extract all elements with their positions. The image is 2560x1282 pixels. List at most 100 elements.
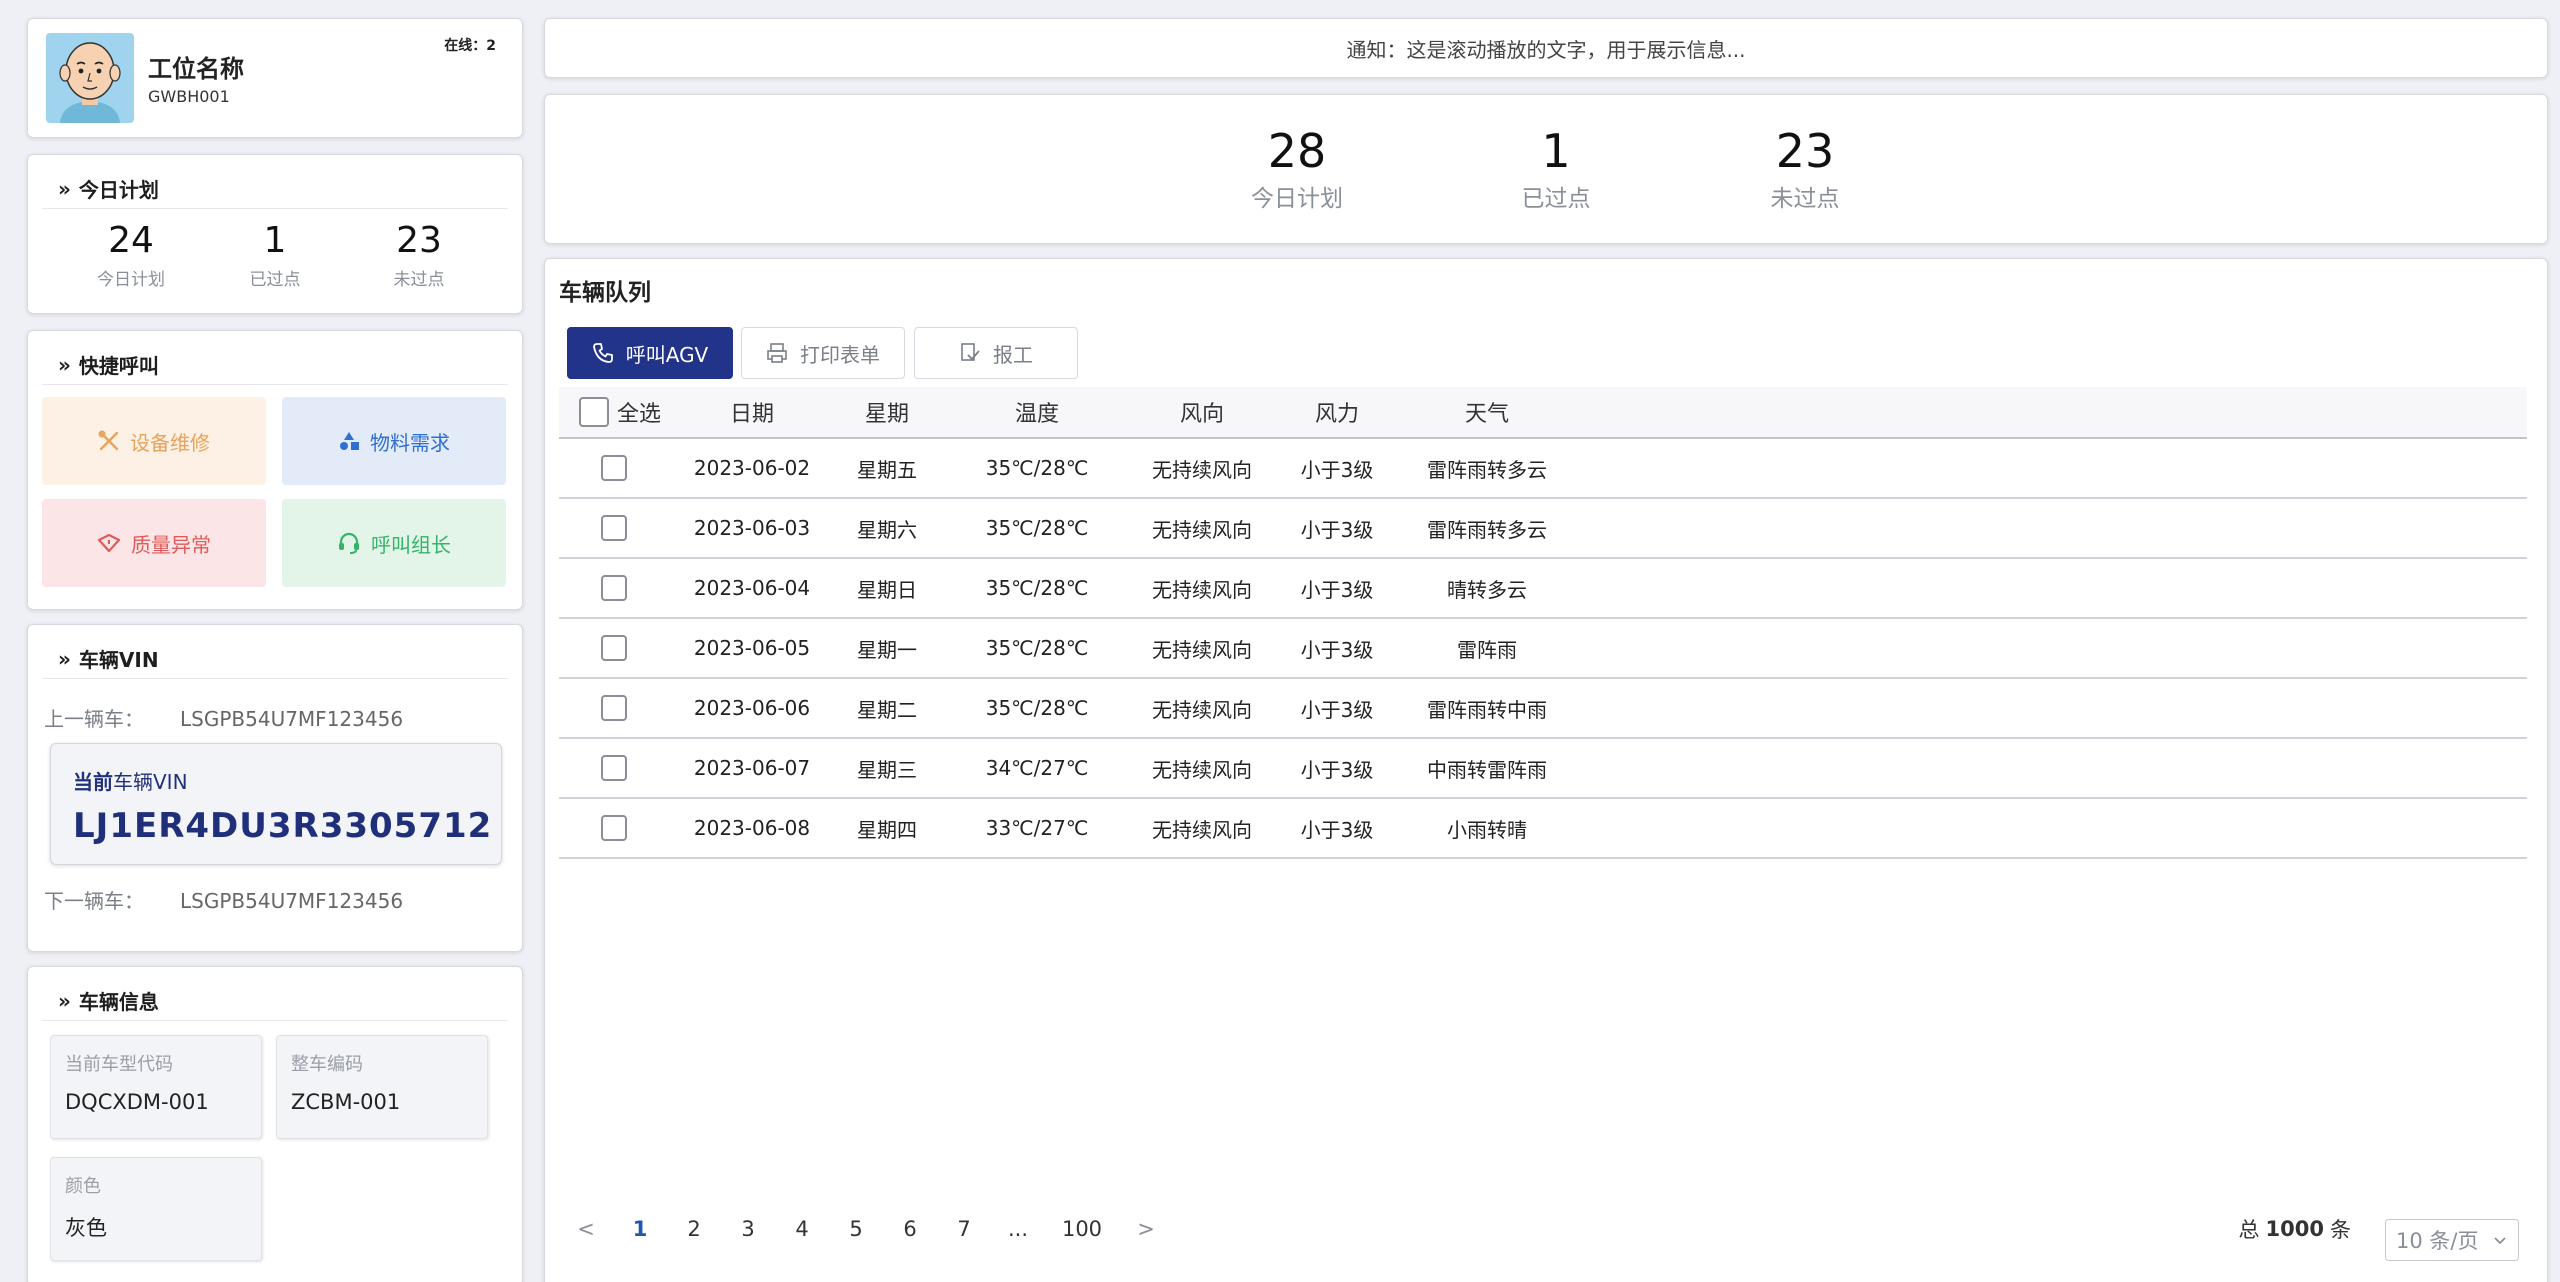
cell-wind-direction: 无持续风向 [1152,577,1252,602]
current-label-suffix: 车辆VIN [113,770,188,794]
select-all-checkbox[interactable] [579,397,609,427]
cell-wind-force: 小于3级 [1300,457,1374,482]
stat-today-plan: 28 今日计划 [1197,123,1397,213]
stat-value: 1 [263,220,287,261]
call-leader-button[interactable]: 呼叫组长 [282,499,506,587]
stat-today-plan: 24 今日计划 [76,219,186,290]
today-plan-card: » 今日计划 24 今日计划 1 已过点 23 未过点 [27,154,523,314]
cell-temperature: 34℃/27℃ [985,756,1089,780]
column-header-weather[interactable]: 天气 [1397,387,1577,437]
stat-label: 未过点 [393,270,445,290]
report-icon [959,342,981,364]
cell-temperature: 35℃/28℃ [985,516,1089,540]
table-row[interactable]: 2023-06-05 星期一 35℃/28℃ 无持续风向 小于3级 雷阵雨 [559,619,2527,679]
select-all-cell[interactable]: 全选 [579,387,669,437]
column-header-wind-force[interactable]: 风力 [1277,387,1397,437]
cell-date: 2023-06-08 [693,816,811,840]
row-checkbox-cell[interactable] [589,739,639,797]
page-100-button[interactable]: 100 [1045,1217,1119,1241]
page-6-button[interactable]: 6 [883,1217,937,1241]
total-count: 总 1000 条 [2239,1209,2351,1249]
print-form-button[interactable]: 打印表单 [741,327,905,379]
column-header-wind-direction[interactable]: 风向 [1127,387,1277,437]
cell-weekday: 星期日 [857,577,917,602]
cell-wind-direction: 无持续风向 [1152,637,1252,662]
model-code-box: 当前车型代码 DQCXDM-001 [50,1035,262,1139]
table-row[interactable]: 2023-06-06 星期二 35℃/28℃ 无持续风向 小于3级 雷阵雨转中雨 [559,679,2527,739]
equipment-repair-button[interactable]: 设备维修 [42,397,266,485]
info-label: 整车编码 [291,1054,363,1075]
table-row[interactable]: 2023-06-08 星期四 33℃/27℃ 无持续风向 小于3级 小雨转晴 [559,799,2527,859]
row-checkbox-cell[interactable] [589,559,639,617]
column-header-temperature[interactable]: 温度 [947,387,1127,437]
info-label: 当前车型代码 [65,1054,173,1075]
prev-vehicle-label: 上一辆车： [44,707,144,731]
page-3-button[interactable]: 3 [721,1217,775,1241]
stat-value: 1 [1541,124,1571,178]
cell-wind-force: 小于3级 [1300,577,1374,602]
row-checkbox-cell[interactable] [589,679,639,737]
workstation-profile-card: 工位名称 GWBH001 在线：2 [27,18,523,138]
page-ellipsis-button[interactable]: ... [991,1217,1045,1241]
row-checkbox[interactable] [601,575,627,601]
row-checkbox[interactable] [601,515,627,541]
page-size-select[interactable]: 10 条/页 [2385,1219,2519,1261]
next-page-button[interactable]: > [1119,1217,1173,1241]
page-7-button[interactable]: 7 [937,1217,991,1241]
cell-wind-force: 小于3级 [1300,757,1374,782]
cell-weekday: 星期二 [857,697,917,722]
page-1-button[interactable]: 1 [613,1217,667,1241]
section-title: » 今日计划 [42,169,508,209]
info-value: ZCBM-001 [291,1090,401,1114]
row-checkbox[interactable] [601,635,627,661]
page-4-button[interactable]: 4 [775,1217,829,1241]
section-title: » 车辆VIN [42,639,508,679]
cell-date: 2023-06-03 [693,516,811,540]
row-checkbox-cell[interactable] [589,619,639,677]
quality-issue-button[interactable]: 质量异常 [42,499,266,587]
call-agv-button[interactable]: 呼叫AGV [567,327,733,379]
cell-weather: 雷阵雨转中雨 [1427,697,1547,722]
report-work-button[interactable]: 报工 [914,327,1078,379]
cell-wind-direction: 无持续风向 [1152,697,1252,722]
vehicle-queue-title: 车辆队列 [559,280,651,306]
row-checkbox[interactable] [601,815,627,841]
page-2-button[interactable]: 2 [667,1217,721,1241]
row-checkbox-cell[interactable] [589,439,639,497]
row-checkbox[interactable] [601,455,627,481]
column-header-date[interactable]: 日期 [677,387,827,437]
avatar [46,33,134,123]
table-header-row: 全选 日期 星期 温度 风向 风力 天气 [559,387,2527,439]
button-label: 报工 [993,342,1033,367]
stat-label: 今日计划 [1251,186,1343,212]
column-header-weekday[interactable]: 星期 [827,387,947,437]
prev-page-button[interactable]: < [559,1217,613,1241]
cell-wind-force: 小于3级 [1300,517,1374,542]
total-prefix: 总 [2238,1218,2260,1242]
chevron-down-icon [2492,1230,2508,1255]
table-row[interactable]: 2023-06-03 星期六 35℃/28℃ 无持续风向 小于3级 雷阵雨转多云 [559,499,2527,559]
row-checkbox[interactable] [601,695,627,721]
table-row[interactable]: 2023-06-07 星期三 34℃/27℃ 无持续风向 小于3级 中雨转雷阵雨 [559,739,2527,799]
stat-not-passed: 23 未过点 [364,219,474,290]
page-5-button[interactable]: 5 [829,1217,883,1241]
row-checkbox-cell[interactable] [589,799,639,857]
total-suffix: 条 [2330,1218,2351,1242]
workstation-code: GWBH001 [148,87,230,106]
row-checkbox[interactable] [601,755,627,781]
material-request-button[interactable]: 物料需求 [282,397,506,485]
prev-vehicle-vin: LSGPB54U7MF123456 [180,707,404,731]
cell-weather: 雷阵雨转多云 [1427,457,1547,482]
cell-wind-direction: 无持续风向 [1152,757,1252,782]
cell-date: 2023-06-07 [693,756,811,780]
table-row[interactable]: 2023-06-02 星期五 35℃/28℃ 无持续风向 小于3级 雷阵雨转多云 [559,439,2527,499]
row-checkbox-cell[interactable] [589,499,639,557]
tools-icon [98,430,120,452]
table-row[interactable]: 2023-06-04 星期日 35℃/28℃ 无持续风向 小于3级 晴转多云 [559,559,2527,619]
section-title: » 快捷呼叫 [42,345,508,385]
info-value: 灰色 [65,1216,107,1240]
button-label: 设备维修 [130,430,210,455]
printer-icon [766,342,788,364]
vehicle-vin-card: » 车辆VIN 上一辆车： LSGPB54U7MF123456 当前车辆VIN L… [27,624,523,952]
cell-wind-direction: 无持续风向 [1152,517,1252,542]
